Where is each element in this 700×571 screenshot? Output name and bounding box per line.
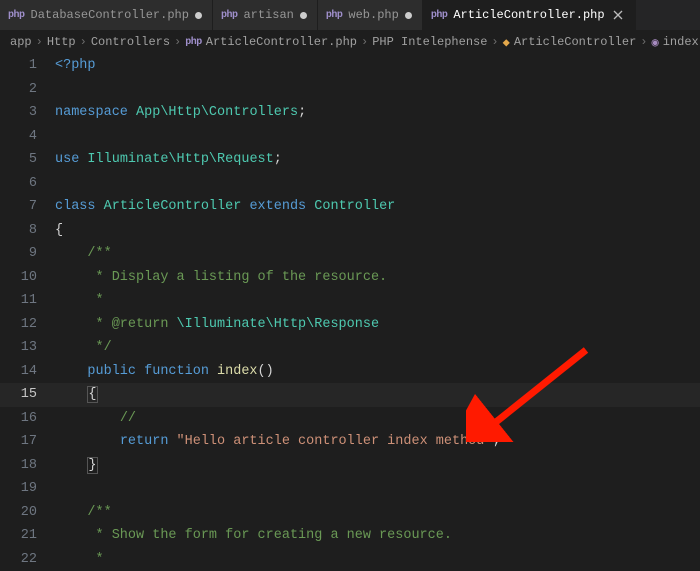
line-number: 16 xyxy=(0,411,55,426)
code-line[interactable]: 1 <?php xyxy=(0,54,700,78)
code-line[interactable]: 4 xyxy=(0,125,700,149)
line-number: 8 xyxy=(0,223,55,238)
line-number: 6 xyxy=(0,176,55,191)
code-line[interactable]: 20 /** xyxy=(0,501,700,525)
line-number: 5 xyxy=(0,152,55,167)
line-number: 4 xyxy=(0,129,55,144)
line-number: 19 xyxy=(0,481,55,496)
line-number: 12 xyxy=(0,317,55,332)
line-number: 20 xyxy=(0,505,55,520)
tab-label: ArticleController.php xyxy=(453,8,604,22)
chevron-right-icon: › xyxy=(487,35,502,49)
line-number: 18 xyxy=(0,458,55,473)
code-editor[interactable]: 1 <?php 2 3 namespace App\Http\Controlle… xyxy=(0,54,700,571)
tab-database-controller[interactable]: php DatabaseController.php xyxy=(0,0,213,30)
line-number: 2 xyxy=(0,82,55,97)
breadcrumb-app[interactable]: app xyxy=(10,35,32,49)
line-number: 21 xyxy=(0,528,55,543)
tab-artisan[interactable]: php artisan xyxy=(213,0,318,30)
line-number: 7 xyxy=(0,199,55,214)
breadcrumb-method[interactable]: ◉ index xyxy=(651,35,698,50)
breadcrumb-file[interactable]: php ArticleController.php xyxy=(185,35,357,49)
tab-label: artisan xyxy=(243,8,293,22)
code-line[interactable]: 19 xyxy=(0,477,700,501)
line-number: 17 xyxy=(0,434,55,449)
code-line[interactable]: 9 /** xyxy=(0,242,700,266)
line-number: 22 xyxy=(0,552,55,567)
modified-dot-icon xyxy=(195,12,202,19)
tab-label: web.php xyxy=(348,8,398,22)
php-icon: php xyxy=(431,10,448,21)
code-line[interactable]: 21 * Show the form for creating a new re… xyxy=(0,524,700,548)
tab-label: DatabaseController.php xyxy=(31,8,189,22)
class-icon: ◆ xyxy=(503,35,510,50)
breadcrumb-http[interactable]: Http xyxy=(47,35,76,49)
code-line[interactable]: 16 // xyxy=(0,407,700,431)
chevron-right-icon: › xyxy=(76,35,91,49)
method-icon: ◉ xyxy=(651,35,658,50)
code-line[interactable]: 13 */ xyxy=(0,336,700,360)
line-number: 13 xyxy=(0,340,55,355)
code-line-current[interactable]: 15 { xyxy=(0,383,700,407)
code-line[interactable]: 11 * xyxy=(0,289,700,313)
code-line[interactable]: 8 { xyxy=(0,219,700,243)
code-line[interactable]: 2 xyxy=(0,78,700,102)
tab-web[interactable]: php web.php xyxy=(318,0,423,30)
php-icon: php xyxy=(8,10,25,21)
code-line[interactable]: 10 * Display a listing of the resource. xyxy=(0,266,700,290)
line-number: 14 xyxy=(0,364,55,379)
php-icon: php xyxy=(221,10,238,21)
line-number: 11 xyxy=(0,293,55,308)
breadcrumb-class[interactable]: ◆ ArticleController xyxy=(503,35,637,50)
code-line[interactable]: 3 namespace App\Http\Controllers; xyxy=(0,101,700,125)
line-number: 10 xyxy=(0,270,55,285)
code-line[interactable]: 5 use Illuminate\Http\Request; xyxy=(0,148,700,172)
breadcrumbs[interactable]: app › Http › Controllers › php ArticleCo… xyxy=(0,30,700,54)
code-line[interactable]: 6 xyxy=(0,172,700,196)
modified-dot-icon xyxy=(300,12,307,19)
tab-bar: php DatabaseController.php php artisan p… xyxy=(0,0,700,30)
code-line[interactable]: 14 public function index() xyxy=(0,360,700,384)
close-icon[interactable] xyxy=(611,8,625,22)
code-line[interactable]: 22 * xyxy=(0,548,700,571)
code-line[interactable]: 7 class ArticleController extends Contro… xyxy=(0,195,700,219)
php-icon: php xyxy=(185,37,202,48)
breadcrumb-intelephense[interactable]: PHP Intelephense xyxy=(372,35,487,49)
chevron-right-icon: › xyxy=(32,35,47,49)
tab-article-controller[interactable]: php ArticleController.php xyxy=(423,0,636,30)
line-number: 3 xyxy=(0,105,55,120)
line-number: 1 xyxy=(0,58,55,73)
chevron-right-icon: › xyxy=(170,35,185,49)
line-number: 15 xyxy=(0,387,55,402)
code-line[interactable]: 18 } xyxy=(0,454,700,478)
chevron-right-icon: › xyxy=(357,35,372,49)
code-line[interactable]: 17 return "Hello article controller inde… xyxy=(0,430,700,454)
line-number: 9 xyxy=(0,246,55,261)
php-icon: php xyxy=(326,10,343,21)
code-line[interactable]: 12 * @return \Illuminate\Http\Response xyxy=(0,313,700,337)
chevron-right-icon: › xyxy=(636,35,651,49)
modified-dot-icon xyxy=(405,12,412,19)
breadcrumb-controllers[interactable]: Controllers xyxy=(91,35,170,49)
